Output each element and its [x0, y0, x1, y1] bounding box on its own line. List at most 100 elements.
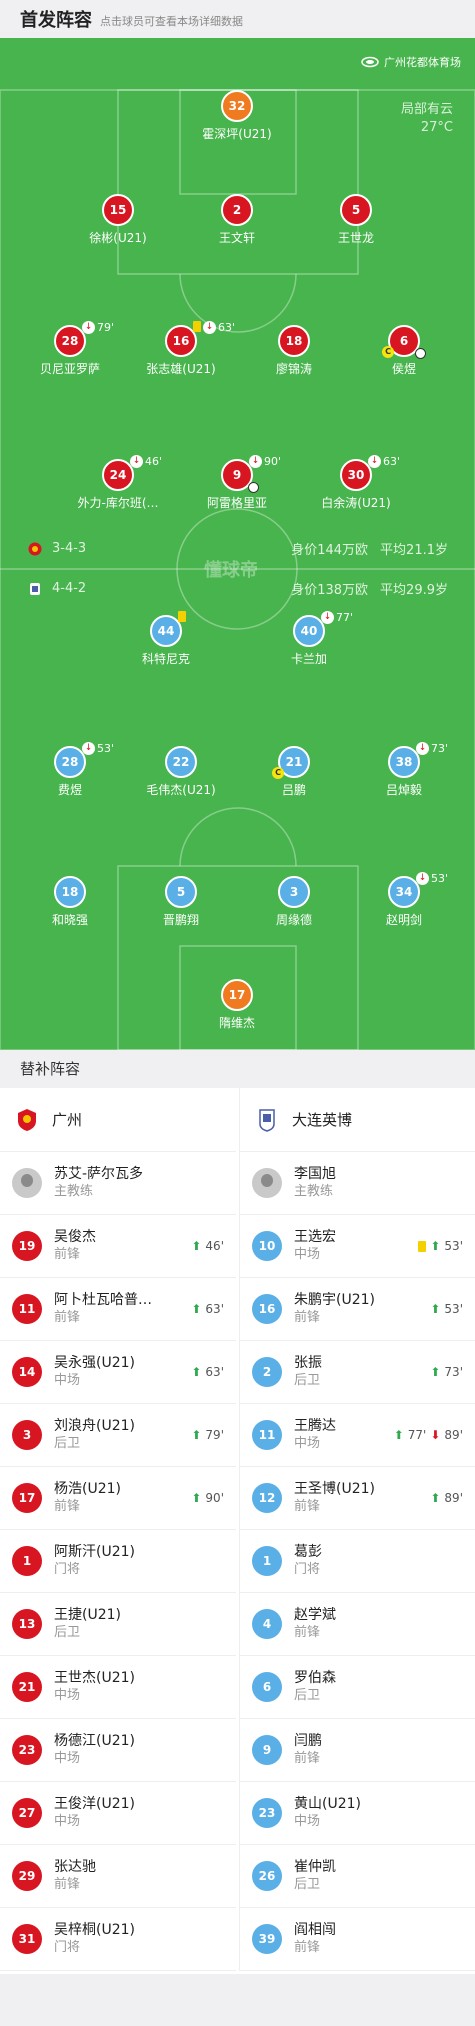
sub-position: 中场	[54, 1688, 81, 1703]
page-footer	[0, 1974, 475, 2026]
player-number: 22	[165, 746, 197, 778]
sub-number: 23	[252, 1798, 282, 1828]
player-number: 28 ↓ 53'	[54, 742, 114, 778]
home-sub-row[interactable]: 21 王世杰(U21) 中场	[0, 1656, 236, 1719]
sub-number: 16	[252, 1294, 282, 1324]
sub-name: 朱鹏宇(U21)	[294, 1292, 375, 1308]
player-number: 2	[221, 194, 253, 226]
sub-position: 门将	[54, 1940, 81, 1955]
sub-event: ⬆ 77' ⬇ 89'	[394, 1428, 463, 1442]
sub-number: 11	[12, 1294, 42, 1324]
home-sub-row[interactable]: 23 杨德江(U21) 中场	[0, 1719, 236, 1782]
away-sub-row[interactable]: 4 赵学斌 前锋	[240, 1593, 475, 1656]
player-home-def-1[interactable]: 15 徐彬(U21)	[63, 194, 173, 246]
away-subs-list: 10 王选宏 中场 ⬆ 53' 16 朱鹏宇(U21) 前锋 ⬆ 53' 2 张振 后卫 ⬆ 73' 11 王腾…	[240, 1215, 475, 1971]
away-sub-row[interactable]: 12 王圣博(U21) 前锋 ⬆ 89'	[240, 1467, 475, 1530]
player-home-def-2[interactable]: 2 王文轩	[182, 194, 292, 246]
away-sub-row[interactable]: 26 崔仲凯 后卫	[240, 1845, 475, 1908]
sub-name: 张振	[294, 1355, 322, 1371]
player-home-fwd-2[interactable]: 9 ↓ 90' 阿雷格里亚	[182, 455, 292, 511]
venue-name: 广州花都体育场	[384, 56, 461, 69]
away-sub-row[interactable]: 16 朱鹏宇(U21) 前锋 ⬆ 53'	[240, 1278, 475, 1341]
home-sub-row[interactable]: 27 王俊洋(U21) 中场	[0, 1782, 236, 1845]
home-sub-row[interactable]: 17 杨浩(U21) 前锋 ⬆ 90'	[0, 1467, 236, 1530]
sub-number: 11	[252, 1420, 282, 1450]
sub-name: 阎相闯	[294, 1922, 336, 1938]
player-number: 18	[54, 876, 86, 908]
player-home-mid-2[interactable]: 16 ↓ 63' 张志雄(U21)	[126, 321, 236, 377]
away-sub-row[interactable]: 10 王选宏 中场 ⬆ 53'	[240, 1215, 475, 1278]
away-formation: 4-4-2	[52, 581, 87, 596]
sub-on-minute: 53'	[444, 1302, 463, 1316]
player-home-mid-3[interactable]: 18 廖锦涛	[239, 325, 349, 377]
sub-minute: 53'	[431, 872, 449, 885]
player-away-fwd-1[interactable]: 44 科特尼克	[111, 611, 221, 667]
sub-minute: 63'	[383, 455, 401, 468]
sub-name: 王俊洋(U21)	[54, 1796, 135, 1812]
number-text: 34	[395, 885, 413, 899]
player-home-fwd-1[interactable]: 24 ↓ 46' 外力-库尔班(…	[63, 455, 173, 511]
player-away-def-3[interactable]: 3 周缘德	[239, 876, 349, 928]
home-team-header[interactable]: 广州	[0, 1088, 236, 1152]
home-coach[interactable]: 苏艾-萨尔瓦多 主教练	[0, 1152, 236, 1215]
sub-name: 王捷(U21)	[54, 1607, 121, 1623]
sub-number: 29	[12, 1861, 42, 1891]
player-away-gk[interactable]: 17 隋维杰	[182, 979, 292, 1031]
number-text: 9	[232, 468, 242, 482]
stadium-icon	[361, 56, 379, 68]
player-number: 28 ↓ 79'	[54, 321, 114, 357]
player-name: 科特尼克	[141, 652, 190, 666]
away-sub-row[interactable]: 6 罗伯森 后卫	[240, 1656, 475, 1719]
number-text: 6	[399, 334, 409, 348]
home-sub-row[interactable]: 3 刘浪舟(U21) 后卫 ⬆ 79'	[0, 1404, 236, 1467]
away-sub-row[interactable]: 11 王腾达 中场 ⬆ 77' ⬇ 89'	[240, 1404, 475, 1467]
sub-position: 后卫	[294, 1877, 321, 1892]
player-away-def-2[interactable]: 5 晋鹏翔	[126, 876, 236, 928]
home-sub-row[interactable]: 13 王捷(U21) 后卫	[0, 1593, 236, 1656]
away-team-name: 大连英博	[292, 1111, 353, 1129]
away-sub-row[interactable]: 1 葛彭 门将	[240, 1530, 475, 1593]
player-name: 吕焯毅	[385, 783, 422, 797]
away-team-header[interactable]: 大连英博	[240, 1088, 475, 1152]
player-away-def-4[interactable]: 34 ↓ 53' 赵明剑	[349, 872, 459, 928]
player-home-def-3[interactable]: 5 王世龙	[301, 194, 411, 246]
player-number: 34 ↓ 53'	[388, 872, 448, 908]
sub-minute: 46'	[145, 455, 163, 468]
sub-minute: 73'	[431, 742, 449, 755]
home-sub-row[interactable]: 29 张达驰 前锋	[0, 1845, 236, 1908]
sub-off-badge: ↓ 79'	[82, 321, 114, 334]
player-name: 霍深坪(U21)	[202, 127, 272, 141]
sub-minute: 79'	[97, 321, 115, 334]
sub-position: 后卫	[294, 1373, 321, 1388]
player-home-fwd-3[interactable]: 30 ↓ 63' 白余涛(U21)	[301, 455, 411, 511]
home-sub-row[interactable]: 1 阿斯汗(U21) 门将	[0, 1530, 236, 1593]
player-number: 24 ↓ 46'	[102, 455, 162, 491]
player-away-mid-2[interactable]: 22 毛伟杰(U21)	[126, 746, 236, 798]
player-away-mid-4[interactable]: 38 ↓ 73' 吕焯毅	[349, 742, 459, 798]
away-team-summary: 4-4-2 身价138万欧 平均29.9岁	[28, 581, 448, 598]
player-away-def-1[interactable]: 18 和晓强	[15, 876, 125, 928]
away-sub-row[interactable]: 9 闫鹏 前锋	[240, 1719, 475, 1782]
sub-on-minute: 46'	[205, 1239, 224, 1253]
home-sub-row[interactable]: 31 吴梓桐(U21) 门将	[0, 1908, 236, 1971]
away-sub-row[interactable]: 23 黄山(U21) 中场	[240, 1782, 475, 1845]
sub-number: 1	[252, 1546, 282, 1576]
coach-role: 主教练	[294, 1184, 334, 1199]
player-away-mid-3[interactable]: 21 C 吕鹏	[239, 746, 349, 798]
weather-temp: 27°C	[420, 120, 453, 135]
sub-off-icon: ↓	[416, 742, 429, 755]
player-away-mid-1[interactable]: 28 ↓ 53' 费煜	[15, 742, 125, 798]
player-home-gk[interactable]: 32 霍深坪(U21)	[182, 90, 292, 142]
away-coach[interactable]: 李国旭 主教练	[240, 1152, 475, 1215]
sub-off-badge: ↓ 53'	[82, 742, 114, 755]
substitutes-panel: 广州 苏艾-萨尔瓦多 主教练 19 吴俊杰 前锋 ⬆ 46' 11 阿卜杜瓦哈普… 前锋 ⬆ 63'…	[0, 1088, 475, 1974]
player-away-fwd-2[interactable]: 40 ↓ 77' 卡兰加	[254, 611, 364, 667]
home-sub-row[interactable]: 14 吴永强(U21) 中场 ⬆ 63'	[0, 1341, 236, 1404]
home-sub-row[interactable]: 19 吴俊杰 前锋 ⬆ 46'	[0, 1215, 236, 1278]
player-home-mid-4[interactable]: 6 C 侯煜	[349, 325, 459, 377]
player-home-mid-1[interactable]: 28 ↓ 79' 贝尼亚罗萨	[15, 321, 125, 377]
home-sub-row[interactable]: 11 阿卜杜瓦哈普… 前锋 ⬆ 63'	[0, 1278, 236, 1341]
away-sub-row[interactable]: 2 张振 后卫 ⬆ 73'	[240, 1341, 475, 1404]
player-name: 侯煜	[391, 362, 416, 376]
away-sub-row[interactable]: 39 阎相闯 前锋	[240, 1908, 475, 1971]
